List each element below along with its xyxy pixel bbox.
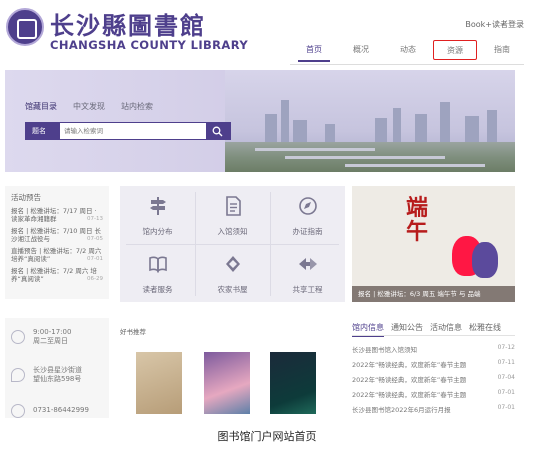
news-item-title: 2022年“畅读经典，欢度新年”春节主题 xyxy=(352,361,467,369)
nav-overview[interactable]: 概况 xyxy=(339,40,383,60)
tab-catalog[interactable]: 馆藏目录 xyxy=(25,101,57,112)
hero-banner: 馆藏目录 中文发现 站内检索 题名 xyxy=(5,70,515,172)
news-item-date: 07-01 xyxy=(497,389,515,396)
news-divider xyxy=(352,335,515,336)
opening-hours: 9:00-17:00 周二至周日 xyxy=(33,328,72,345)
search-tabs: 馆藏目录 中文发现 站内检索 xyxy=(25,101,169,112)
clock-icon xyxy=(11,330,25,344)
library-info-panel: 9:00-17:00 周二至周日 长沙县星沙街道 望仙东路598号 0731-8… xyxy=(5,318,109,418)
tab-chinese-discovery[interactable]: 中文发现 xyxy=(73,101,105,112)
news-item[interactable]: 长沙县图书馆入馆须知 07-12 xyxy=(352,344,515,354)
search-input[interactable] xyxy=(64,123,204,139)
book-cover[interactable] xyxy=(270,352,316,414)
activity-item[interactable]: 报名 | 松雅讲坛：7/17 周日 · 读家革命湘籍群 07-13 xyxy=(11,207,103,223)
search-icon xyxy=(212,126,223,137)
site-header: 长沙縣圖書館 CHANGSHA COUNTY LIBRARY Book+读者登录… xyxy=(0,0,534,66)
search-field-select[interactable]: 题名 xyxy=(26,123,60,139)
search-bar: 题名 xyxy=(25,122,231,140)
nav-guide[interactable]: 指南 xyxy=(480,40,524,60)
service-grid: 馆内分布 入馆须知 办证指南 读者服务 农家书屋 共享工程 xyxy=(120,186,345,302)
activity-item[interactable]: 报名 | 松雅讲坛：7/2 周六 培养“真阅读” 06-29 xyxy=(11,267,103,283)
news-item[interactable]: 长沙县图书馆2022年6月运行月报 07-01 xyxy=(352,404,515,414)
reader-login-link[interactable]: Book+读者登录 xyxy=(465,19,524,30)
compass-icon xyxy=(299,197,317,215)
book-cover[interactable] xyxy=(136,352,182,414)
nav-home[interactable]: 首页 xyxy=(292,40,336,62)
phone-icon xyxy=(11,404,25,418)
library-phone[interactable]: 0731-86442999 xyxy=(33,406,89,415)
activity-item[interactable]: 报名 | 松雅讲坛：7/10 周日 长沙湘江战役与 07-05 xyxy=(11,227,103,243)
dragon-boat-poster[interactable]: 端午 报名 | 松雅讲坛：6/3 周五 端午节 与 品端 xyxy=(352,186,515,302)
service-rural-bookhouse[interactable]: 农家书屋 xyxy=(195,244,270,302)
news-item[interactable]: 2022年“畅读经典，欢度新年”春节主题 07-11 xyxy=(352,359,515,369)
activity-title: 活动预告 xyxy=(11,193,41,202)
book-icon xyxy=(149,256,167,273)
nav-resources[interactable]: 资源 xyxy=(433,40,477,60)
service-reader-services[interactable]: 读者服务 xyxy=(120,244,195,302)
activity-item-date: 07-01 xyxy=(87,256,103,262)
activity-item-date: 06-29 xyxy=(87,276,103,282)
book-recommend-title: 好书推荐 xyxy=(120,328,146,336)
activity-item-text: 报名 | 松雅讲坛：7/17 周日 · 读家革命湘籍群 xyxy=(11,207,97,223)
poster-caption[interactable]: 报名 | 松雅讲坛：6/3 周五 端午节 与 品端 xyxy=(352,286,515,302)
news-item-date: 07-12 xyxy=(497,344,515,351)
main-nav: 首页 概况 动态 资源 指南 xyxy=(289,40,524,62)
tab-site-search[interactable]: 站内检索 xyxy=(121,101,153,112)
poster-title: 端午 xyxy=(406,195,429,245)
nav-divider xyxy=(290,64,524,65)
service-label: 共享工程 xyxy=(292,285,323,294)
activity-item[interactable]: 直播预告 | 松雅讲坛：7/2 周六 培养“真阅读” 07-01 xyxy=(11,247,103,263)
search-button[interactable] xyxy=(206,123,230,139)
news-item-date: 07-04 xyxy=(497,374,515,381)
nav-news[interactable]: 动态 xyxy=(386,40,430,60)
news-item-date: 07-01 xyxy=(497,404,515,411)
logo-chinese-title[interactable]: 长沙縣圖書館 xyxy=(50,6,206,41)
location-pin-icon xyxy=(11,368,25,382)
activity-preview-panel: 活动预告 报名 | 松雅讲坛：7/17 周日 · 读家革命湘籍群 07-13 报… xyxy=(5,186,109,299)
logo-english-title[interactable]: CHANGSHA COUNTY LIBRARY xyxy=(50,38,248,52)
service-floor-map[interactable]: 馆内分布 xyxy=(120,186,195,244)
city-ground-image xyxy=(225,142,515,172)
service-visitor-notice[interactable]: 入馆须知 xyxy=(195,186,270,244)
library-seal-logo[interactable] xyxy=(6,8,44,46)
signpost-icon xyxy=(150,197,166,215)
service-label: 办证指南 xyxy=(292,227,323,236)
news-item[interactable]: 2022年“畅读经典，欢度新年”春节主题 07-01 xyxy=(352,389,515,399)
activity-item-date: 07-05 xyxy=(87,236,103,242)
document-icon xyxy=(226,196,241,216)
service-sharing-project[interactable]: 共享工程 xyxy=(270,244,345,302)
library-address: 长沙县星沙街道 望仙东路598号 xyxy=(33,366,82,383)
news-item-title: 长沙县图书馆2022年6月运行月报 xyxy=(352,406,451,414)
arrows-icon xyxy=(299,258,317,270)
service-label: 馆内分布 xyxy=(142,227,173,236)
news-item[interactable]: 2022年“畅读经典，欢度新年”春节主题 07-04 xyxy=(352,374,515,384)
purple-sachet-image xyxy=(472,242,498,278)
activity-item-date: 07-13 xyxy=(87,216,103,222)
service-label: 读者服务 xyxy=(142,285,173,294)
service-label: 农家书屋 xyxy=(217,285,248,294)
service-label: 入馆须知 xyxy=(217,227,248,236)
book-cover[interactable] xyxy=(204,352,250,414)
activity-item-text: 报名 | 松雅讲坛：7/2 周六 培养“真阅读” xyxy=(11,267,97,283)
figure-caption: 图书馆门户网站首页 xyxy=(217,430,317,443)
diamond-icon xyxy=(226,256,240,272)
news-item-date: 07-11 xyxy=(497,359,515,366)
news-item-title: 2022年“畅读经典，欢度新年”春节主题 xyxy=(352,391,467,399)
service-card-guide[interactable]: 办证指南 xyxy=(270,186,345,244)
news-item-title: 长沙县图书馆入馆须知 xyxy=(352,346,417,354)
news-item-title: 2022年“畅读经典，欢度新年”春节主题 xyxy=(352,376,467,384)
